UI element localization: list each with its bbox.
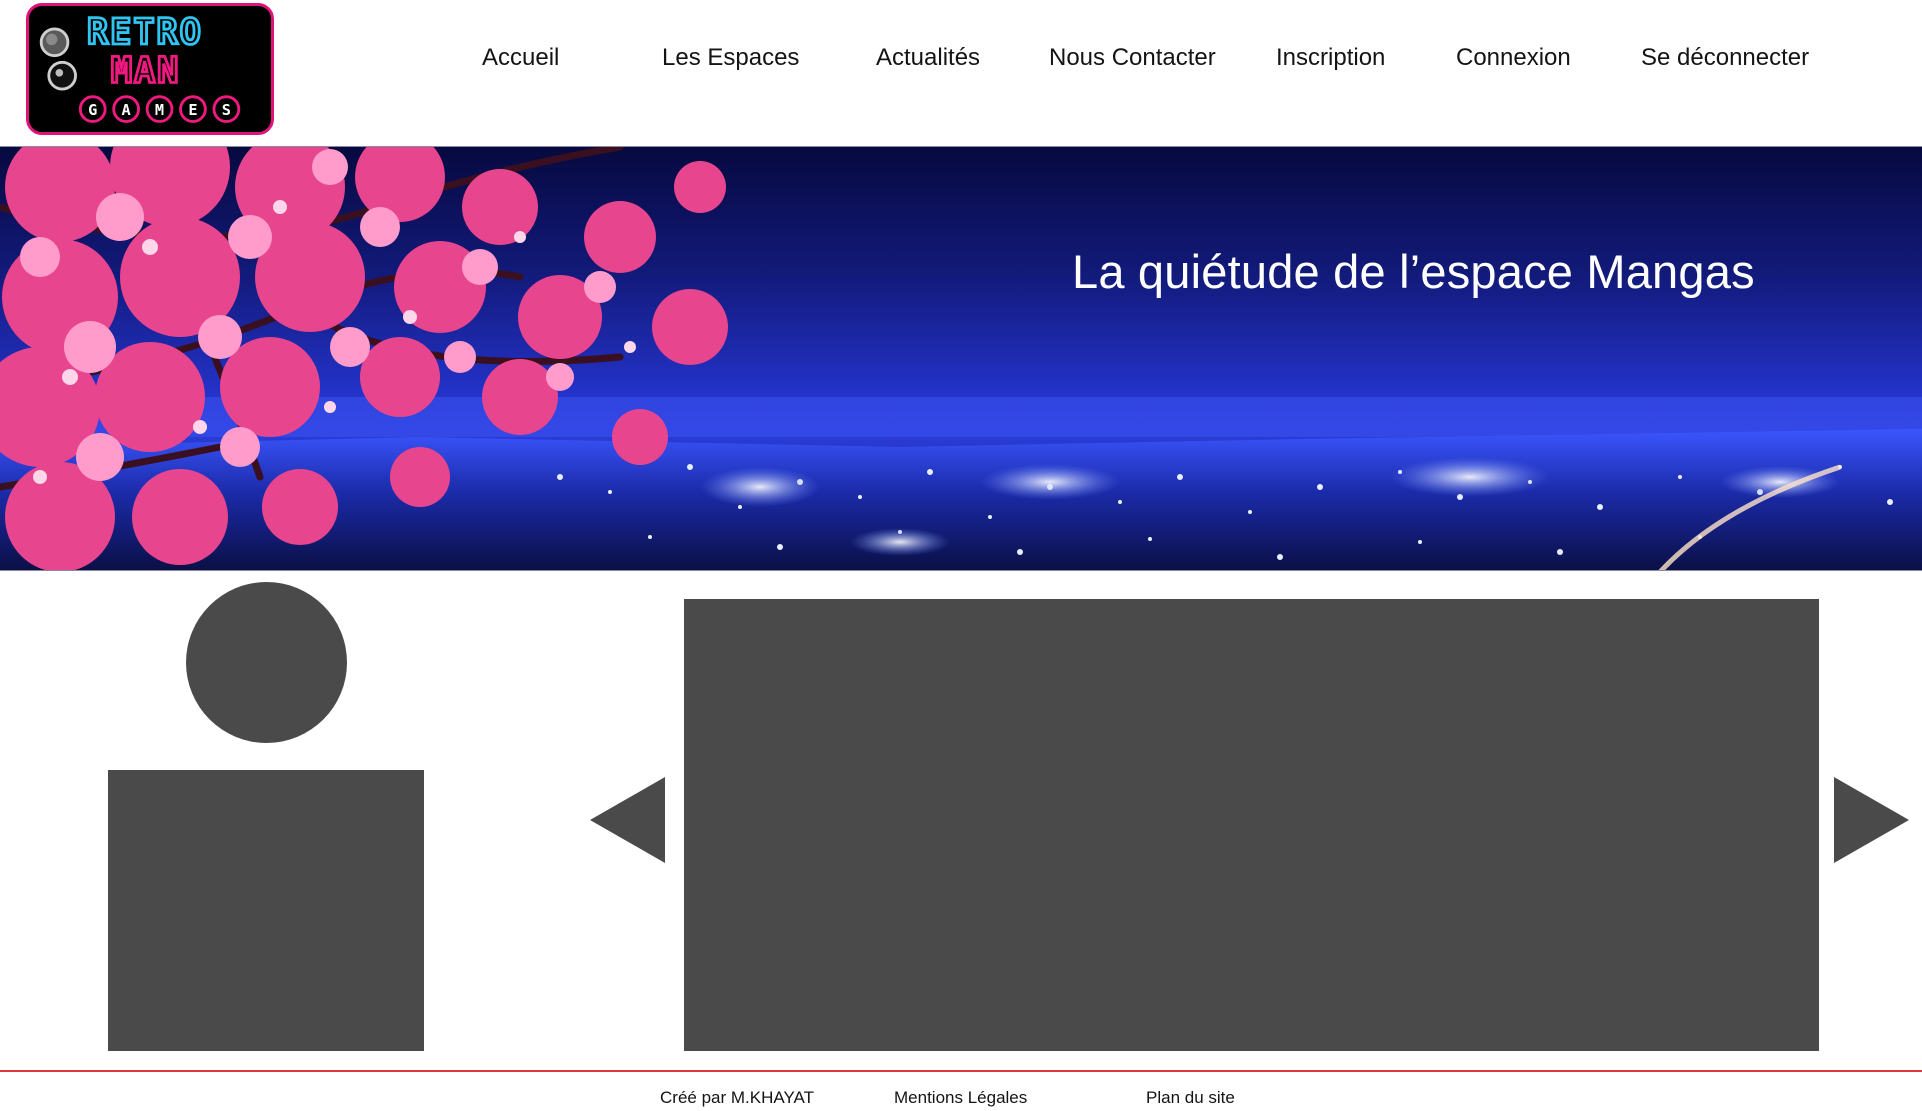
cherry-blossom-city-night-image: [0, 147, 1922, 570]
nav-item-actualites[interactable]: Actualités: [876, 44, 980, 72]
user-avatar-placeholder: [186, 582, 347, 743]
carousel-prev-arrow-icon[interactable]: [590, 777, 665, 863]
footer-credit: Créé par M.KHAYAT: [660, 1088, 814, 1107]
banner-title: La quiétude de l’espace Mangas: [1072, 245, 1755, 298]
logo-letter: A: [122, 101, 131, 119]
nav-item-accueil[interactable]: Accueil: [482, 44, 559, 72]
main-navigation: Accueil Les Espaces Actualités Nous Cont…: [0, 44, 1922, 84]
nav-item-nous-contacter[interactable]: Nous Contacter: [1049, 44, 1216, 72]
logo-letter: S: [222, 101, 231, 119]
nav-item-connexion[interactable]: Connexion: [1456, 44, 1571, 72]
nav-item-se-deconnecter[interactable]: Se déconnecter: [1641, 44, 1809, 72]
logo-letter: M: [155, 101, 164, 119]
nav-item-inscription[interactable]: Inscription: [1276, 44, 1385, 72]
user-profile-placeholder: [108, 770, 424, 1051]
carousel-next-arrow-icon[interactable]: [1834, 777, 1909, 863]
footer-divider: [0, 1070, 1922, 1072]
hero-banner: La quiétude de l’espace Mangas: [0, 146, 1922, 571]
logo-letter: E: [188, 101, 197, 119]
footer-link-plan-du-site[interactable]: Plan du site: [1146, 1088, 1235, 1108]
carousel-image-placeholder: [684, 599, 1819, 1051]
nav-item-les-espaces[interactable]: Les Espaces: [662, 44, 799, 72]
logo-letter: G: [88, 101, 97, 119]
footer-link-mentions-legales[interactable]: Mentions Légales: [894, 1088, 1027, 1108]
